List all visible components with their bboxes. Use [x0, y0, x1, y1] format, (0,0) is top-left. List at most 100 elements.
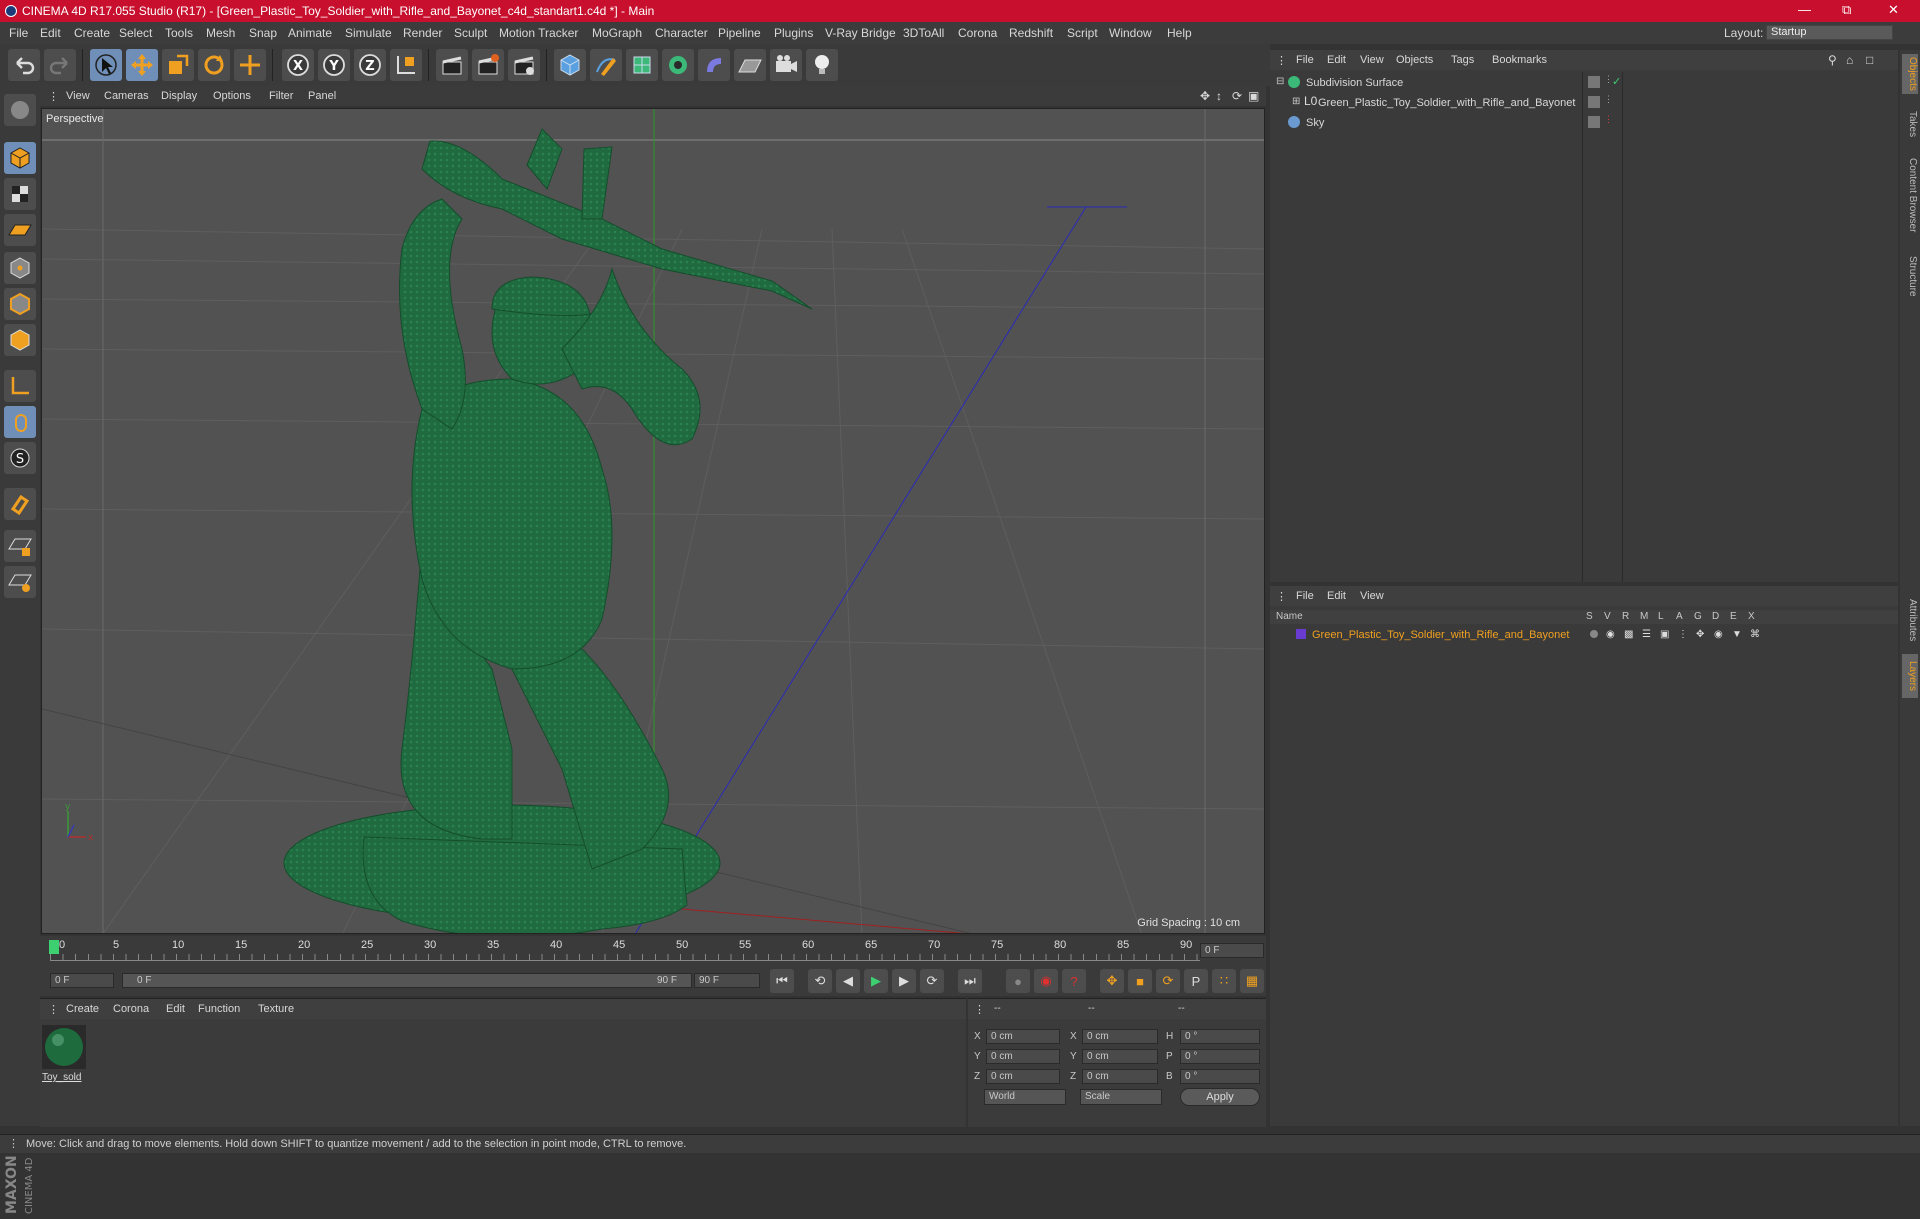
texture-mode-button[interactable]	[4, 178, 36, 210]
timeline[interactable]: 0 5 10 15 20 25 30 35 40 45 50 55 60 65 …	[40, 936, 1266, 964]
layout-select[interactable]: Startup	[1766, 25, 1893, 40]
view-eye-icon[interactable]: ◉	[1606, 629, 1615, 640]
layer-tag-icon[interactable]	[1588, 76, 1600, 88]
restore-icon[interactable]: ⧉	[1842, 2, 1851, 18]
model-mode-button[interactable]	[4, 142, 36, 174]
position-key-icon[interactable]: ✥	[1100, 969, 1124, 993]
pen-button[interactable]	[590, 49, 622, 81]
coordinate-space-select[interactable]: World	[984, 1089, 1066, 1105]
coordinate-system-button[interactable]	[390, 49, 422, 81]
size-x-field[interactable]: 0 cm	[1082, 1029, 1158, 1044]
home-icon[interactable]: ⌂	[1846, 53, 1853, 67]
layer-menu-view[interactable]: View	[1360, 590, 1384, 602]
rotation-key-icon[interactable]: ⟳	[1156, 969, 1180, 993]
render-to-picture-viewer-button[interactable]	[472, 49, 504, 81]
viewport-zoom-icon[interactable]: ↕	[1216, 89, 1222, 103]
solo-icon[interactable]	[1590, 630, 1598, 638]
menu-motion-tracker[interactable]: Motion Tracker	[499, 26, 578, 40]
search-icon[interactable]: ⚲	[1828, 53, 1837, 67]
menu-render[interactable]: Render	[403, 26, 442, 40]
rotate-button[interactable]	[198, 49, 230, 81]
y-axis-button[interactable]: Y	[318, 49, 350, 81]
render-icon[interactable]: ▩	[1624, 629, 1633, 640]
viewport-menu-options[interactable]: Options	[213, 90, 251, 102]
menu-mograph[interactable]: MoGraph	[592, 26, 642, 40]
undo-button[interactable]	[8, 49, 40, 81]
layer-tag-icon[interactable]	[1588, 116, 1600, 128]
viewport-menu-filter[interactable]: Filter	[269, 90, 293, 102]
object-menu-tags[interactable]: Tags	[1451, 54, 1474, 66]
size-y-field[interactable]: 0 cm	[1082, 1049, 1158, 1064]
minimize-icon[interactable]: —	[1798, 2, 1811, 17]
menu-simulate[interactable]: Simulate	[345, 26, 392, 40]
size-z-field[interactable]: 0 cm	[1082, 1069, 1158, 1084]
frame-range-slider[interactable]: 0 F 90 F	[122, 973, 692, 988]
menu-help[interactable]: Help	[1167, 26, 1192, 40]
layer-menu-file[interactable]: File	[1296, 590, 1314, 602]
last-tool-button[interactable]	[234, 49, 266, 81]
render-view-button[interactable]	[436, 49, 468, 81]
perspective-viewport[interactable]: y x Perspective Grid Spacing : 10 cm	[41, 108, 1265, 934]
planar-workplane-button[interactable]	[4, 566, 36, 598]
scale-mode-select[interactable]: Scale	[1080, 1089, 1162, 1105]
menu-redshift[interactable]: Redshift	[1009, 26, 1053, 40]
viewport-menu-display[interactable]: Display	[161, 90, 197, 102]
lock-icon[interactable]: ▣	[1660, 629, 1669, 640]
viewport-menu-view[interactable]: View	[66, 90, 90, 102]
object-row-subdivision-surface[interactable]: ⊟ Subdivision Surface ⋮ ✓	[1272, 74, 1896, 92]
position-z-field[interactable]: 0 cm	[986, 1069, 1060, 1084]
subdivision-surface-button[interactable]	[626, 49, 658, 81]
autokey-icon[interactable]: ◉	[1034, 969, 1058, 993]
menu-select[interactable]: Select	[119, 26, 152, 40]
layer-row[interactable]: Green_Plastic_Toy_Soldier_with_Rifle_and…	[1272, 626, 1896, 644]
object-menu-bookmarks[interactable]: Bookmarks	[1492, 54, 1547, 66]
material-menu-create[interactable]: Create	[66, 1003, 99, 1015]
polygons-mode-button[interactable]	[4, 324, 36, 356]
position-x-field[interactable]: 0 cm	[986, 1029, 1060, 1044]
previous-key-icon[interactable]: ⟲	[808, 969, 832, 993]
deformer-icon[interactable]: ◉	[1714, 629, 1723, 640]
go-to-end-icon[interactable]: ⏭	[958, 969, 982, 993]
object-menu-edit[interactable]: Edit	[1327, 54, 1346, 66]
menu-tools[interactable]: Tools	[165, 26, 193, 40]
menu-pipeline[interactable]: Pipeline	[718, 26, 761, 40]
previous-frame-icon[interactable]: ◀	[836, 969, 860, 993]
camera-button[interactable]	[770, 49, 802, 81]
close-icon[interactable]: ✕	[1888, 2, 1899, 18]
menu-mesh[interactable]: Mesh	[206, 26, 235, 40]
axis-mode-button[interactable]	[4, 370, 36, 402]
viewport-menu-cameras[interactable]: Cameras	[104, 90, 149, 102]
object-menu-file[interactable]: File	[1296, 54, 1314, 66]
menu-3dtoall[interactable]: 3DToAll	[903, 26, 944, 40]
menu-animate[interactable]: Animate	[288, 26, 332, 40]
menu-vray-bridge[interactable]: V-Ray Bridge	[825, 26, 896, 40]
expression-icon[interactable]: ▼	[1732, 629, 1742, 640]
object-menu-view[interactable]: View	[1360, 54, 1384, 66]
next-frame-icon[interactable]: ▶	[892, 969, 916, 993]
expand-icon[interactable]: ⊞	[1292, 96, 1300, 107]
menu-snap[interactable]: Snap	[249, 26, 277, 40]
collapse-icon[interactable]: ⊟	[1276, 76, 1284, 87]
menu-edit[interactable]: Edit	[40, 26, 61, 40]
layer-color-swatch[interactable]	[1296, 629, 1306, 639]
rotation-p-field[interactable]: 0 °	[1180, 1049, 1260, 1064]
menu-create[interactable]: Create	[74, 26, 110, 40]
tab-content-browser[interactable]: Content Browser	[1902, 150, 1918, 240]
workplane-button[interactable]	[4, 214, 36, 246]
tweak-mode-button[interactable]	[4, 406, 36, 438]
viewport-maximize-icon[interactable]: ▣	[1248, 89, 1259, 103]
visibility-dots-icon[interactable]: ⋮	[1604, 114, 1613, 125]
menu-script[interactable]: Script	[1067, 26, 1098, 40]
tab-takes[interactable]: Takes	[1902, 106, 1918, 142]
cube-button[interactable]	[554, 49, 586, 81]
manager-icon[interactable]: ☰	[1642, 629, 1651, 640]
move-button[interactable]	[126, 49, 158, 81]
menu-sculpt[interactable]: Sculpt	[454, 26, 487, 40]
enabled-check-icon[interactable]: ✓	[1612, 75, 1621, 88]
menu-corona[interactable]: Corona	[958, 26, 997, 40]
make-editable-button[interactable]	[4, 94, 36, 126]
viewport-rotate-icon[interactable]: ⟳	[1232, 89, 1242, 103]
magnet-button[interactable]	[4, 488, 36, 520]
deformer-button[interactable]	[698, 49, 730, 81]
material-menu-texture[interactable]: Texture	[258, 1003, 294, 1015]
